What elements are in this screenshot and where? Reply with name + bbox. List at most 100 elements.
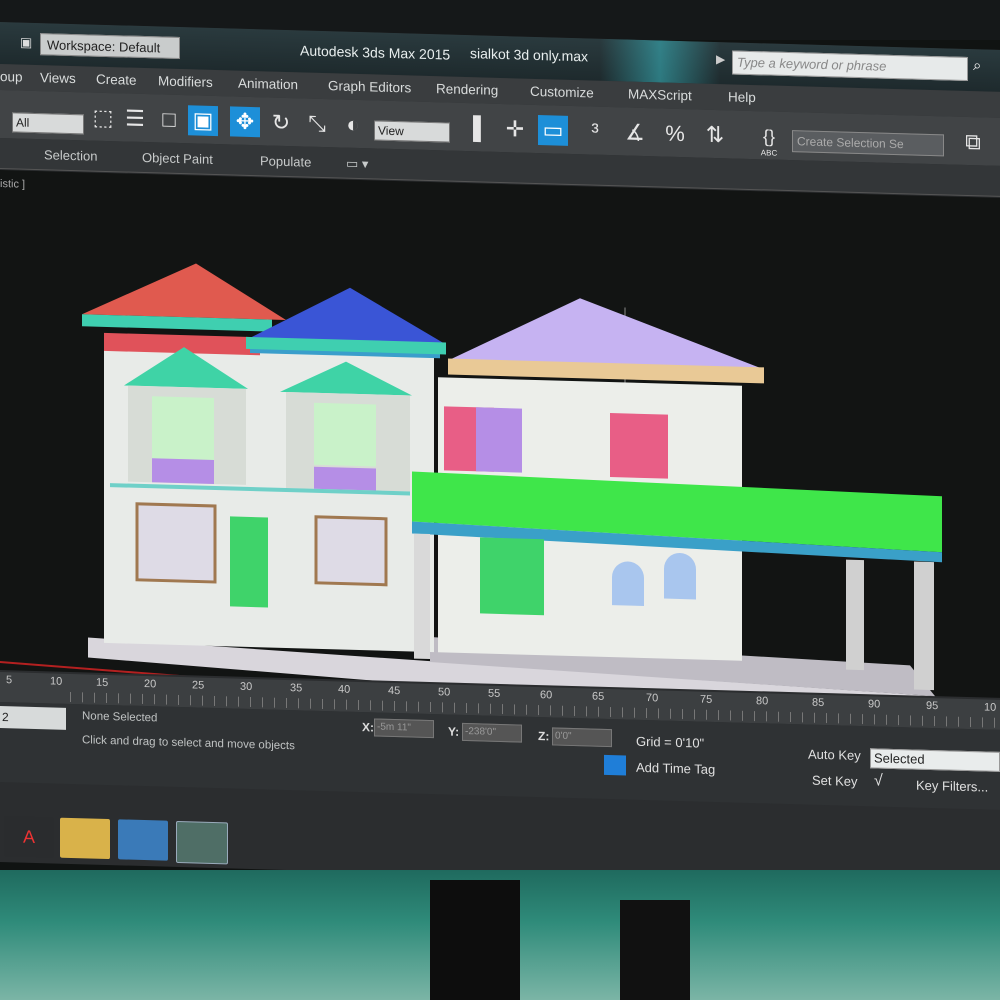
menu-views[interactable]: Views [40,70,76,86]
frame-50: 50 [438,686,451,699]
key-tangent-icon[interactable]: √ [874,772,883,790]
set-key-button[interactable]: Set Key [812,773,858,789]
select-by-name-icon[interactable]: ☰ [120,103,150,134]
add-time-tag-icon[interactable] [604,754,626,776]
snaps-toggle-icon[interactable]: ³ [580,116,610,147]
monitor-stand [430,880,520,1000]
frame-15: 15 [96,676,109,690]
select-move-icon[interactable]: ✥ [230,106,260,138]
menu-graph-editors[interactable]: Graph Editors [328,78,411,95]
column-mid [846,559,864,671]
bay-left-window [152,396,214,460]
menu-maxscript[interactable]: MAXScript [628,87,692,104]
workspace-icon: ▣ [20,34,33,50]
frame-80: 80 [756,695,769,708]
ribbon-options-icon[interactable]: ▭ ▾ [346,156,368,173]
perspective-viewport[interactable]: istic ] [0,170,1000,698]
percent-snap-icon[interactable]: % [660,118,690,149]
binoculars-icon[interactable]: ⌕ [973,57,981,74]
monitor: ▣ Workspace: Default Autodesk 3ds Max 20… [0,0,1000,1000]
frame-20: 20 [144,678,157,691]
menu-help[interactable]: Help [728,89,756,105]
add-time-tag[interactable]: Add Time Tag [636,760,715,777]
frame-65: 65 [592,690,605,703]
frame-45: 45 [388,684,401,698]
blue-roof [248,287,446,345]
3dsmax-app-icon[interactable] [176,820,228,865]
column-left [414,533,430,660]
key-mode-dropdown[interactable]: Selected [870,748,1000,772]
upper-window-right-c [610,413,668,479]
select-rotate-icon[interactable]: ↻ [266,107,296,138]
z-coord-field[interactable]: 0'0" [552,727,612,748]
title-glow [600,38,720,85]
angle-snap-icon[interactable]: ∡ [620,117,650,148]
menu-rendering[interactable]: Rendering [436,81,498,98]
frame-10: 10 [50,675,63,688]
autocad-app-icon[interactable]: A [4,816,54,858]
frame-40: 40 [338,683,351,696]
monitor-stand-shadow [620,900,690,1000]
prompt-line: Click and drag to select and move object… [82,734,295,753]
keyboard-shortcut-override-icon[interactable]: ▭ [538,115,568,146]
ribbon-tab-selection[interactable]: Selection [44,147,97,163]
menu-modifiers[interactable]: Modifiers [158,73,213,90]
placement-icon[interactable]: ◐ [338,109,368,140]
bay-right-window [314,402,376,467]
ribbon-tab-object-paint[interactable]: Object Paint [142,150,213,167]
menu-group[interactable]: oup [0,69,23,85]
file-name: sialkot 3d only.max [470,45,589,65]
selection-filter-dropdown[interactable]: All [12,112,84,135]
frame-85: 85 [812,696,825,710]
menu-create[interactable]: Create [96,72,137,88]
spinner-snap-icon[interactable]: ⇅ [700,120,730,151]
mirror-icon[interactable]: ⧉ [958,127,988,158]
frame-95: 95 [926,699,939,713]
search-expand-icon[interactable]: ▶ [716,52,725,66]
x-coord-label: X: [362,720,374,735]
transform-gizmo-icon[interactable]: ✛ [500,114,530,145]
menu-animation[interactable]: Animation [238,76,298,93]
workspace-dropdown[interactable]: Workspace: Default [40,33,180,60]
bay-left-panel [152,458,214,484]
frame-90: 90 [868,698,881,711]
frame-counter[interactable]: 2 [0,706,66,730]
frame-60: 60 [540,689,553,702]
select-object-icon[interactable]: ⬚ [88,102,118,133]
window-left [135,502,217,584]
search-input[interactable]: Type a keyword or phrase [732,50,968,82]
app-window: ▣ Workspace: Default Autodesk 3ds Max 20… [0,22,1000,890]
door-right [480,537,544,616]
window-middle [314,515,388,587]
bay-right-panel [314,466,376,491]
file-explorer-icon[interactable] [60,817,110,860]
key-filters-button[interactable]: Key Filters... [916,778,988,795]
named-selection-dropdown[interactable]: Create Selection Se [792,130,944,157]
photos-app-icon[interactable] [118,819,168,861]
selection-status: None Selected [82,710,158,725]
auto-key-button[interactable]: Auto Key [808,747,861,763]
pivot-center-icon[interactable]: ▐ [458,113,488,144]
x-coord-field[interactable]: -5m 11" [374,718,434,739]
upper-window-right-b [476,407,522,473]
y-coord-label: Y: [448,724,460,739]
lavender-roof [448,298,764,370]
window-crossing-icon[interactable]: ▣ [188,105,218,137]
y-coord-field[interactable]: -238'0" [462,722,522,743]
frame-25: 25 [192,679,205,692]
rectangular-selection-icon[interactable]: □ [154,104,184,135]
frame-70: 70 [646,692,659,705]
grid-size: Grid = 0'10" [636,733,705,751]
frame-35: 35 [290,682,303,695]
select-scale-icon[interactable]: ⤡ [302,108,332,139]
frame-55: 55 [488,687,501,700]
ribbon-tab-populate[interactable]: Populate [260,153,311,169]
frame-5: 5 [6,674,13,687]
column-right [914,561,934,691]
door-left [230,516,268,608]
red-roof [82,263,286,320]
abc-label: ABC [760,148,778,158]
menu-customize[interactable]: Customize [530,84,594,101]
reference-coordinate-dropdown[interactable]: View [374,120,450,143]
frame-100: 10 [984,701,997,714]
